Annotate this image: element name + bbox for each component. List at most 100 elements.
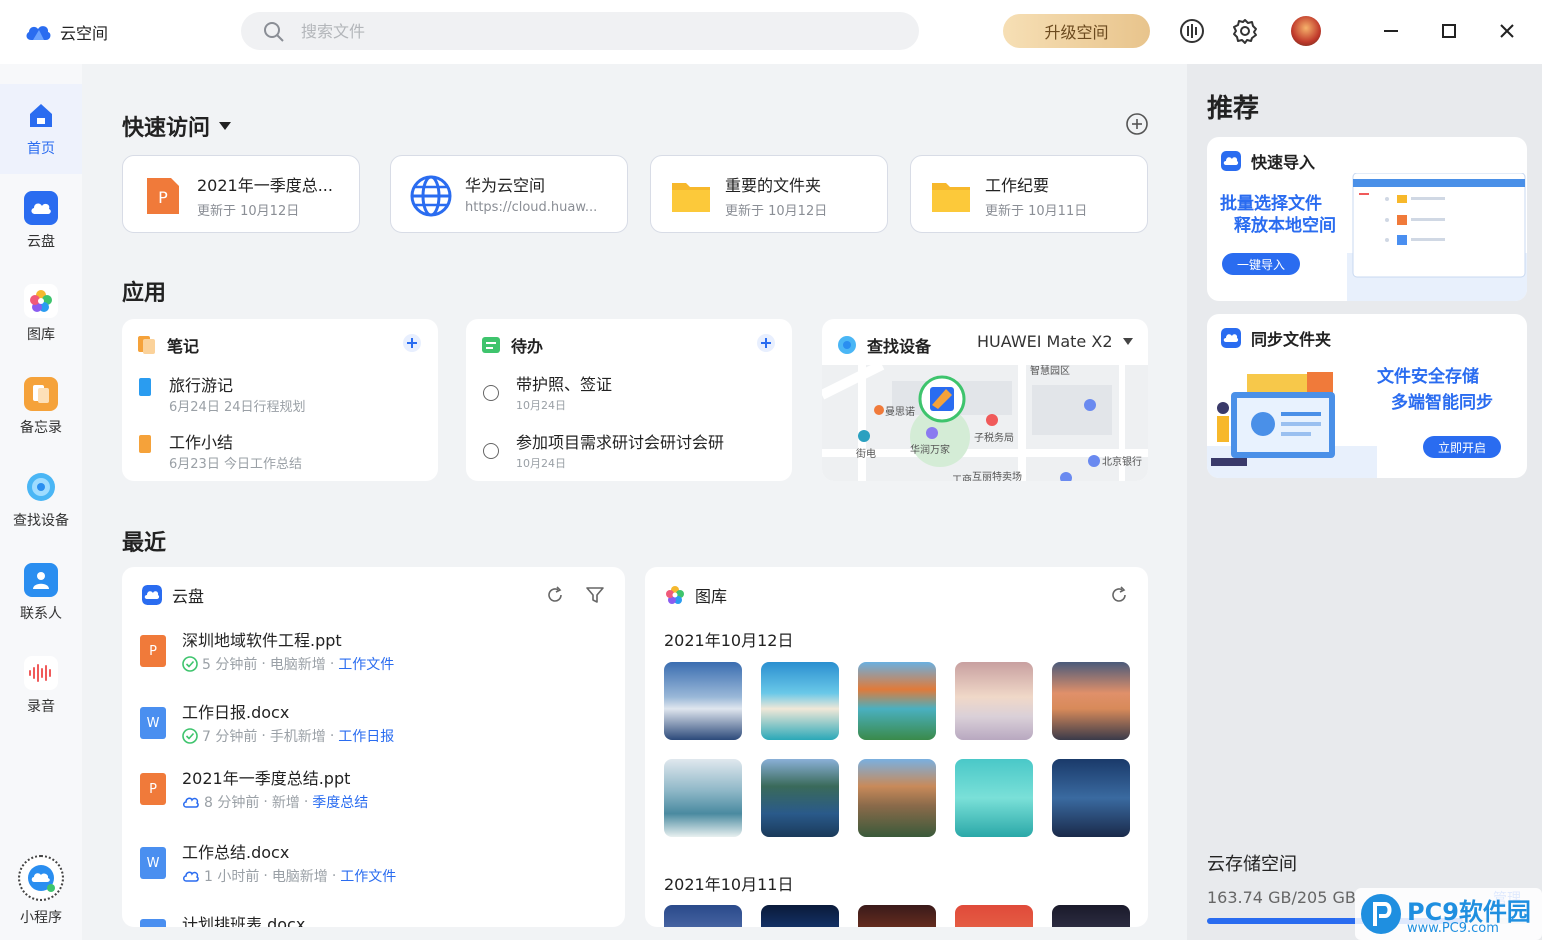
- folder-icon: [672, 183, 710, 212]
- find-device-card[interactable]: 查找设备 HUAWEI Mate X2 智慧园区 曼思诺 华润万家 子税务局 街…: [822, 319, 1148, 481]
- enable-sync-button[interactable]: 立即开启: [1423, 436, 1501, 458]
- file-tag[interactable]: 季度总结: [312, 792, 368, 812]
- nav-item-memo[interactable]: 备忘录: [0, 363, 82, 453]
- quick-access-title: 工作纪要: [985, 176, 1050, 195]
- search-icon: [264, 22, 284, 42]
- nav-item-contacts[interactable]: 联系人: [0, 549, 82, 639]
- nav-item-mini-program[interactable]: 小程序: [0, 849, 82, 939]
- quick-access-card[interactable]: 华为云空间 https://cloud.huaw...: [390, 155, 628, 233]
- refresh-icon[interactable]: [1109, 585, 1129, 605]
- recent-file-row[interactable]: P 深圳地域软件工程.ppt 5 分钟前 · 电脑新增 · 工作文件: [140, 627, 600, 687]
- activity-icon[interactable]: [1178, 17, 1206, 45]
- sync-illustration: [1207, 372, 1377, 478]
- photo-thumbnail[interactable]: [858, 759, 936, 837]
- file-tag[interactable]: 工作日报: [338, 726, 394, 746]
- recent-file-row[interactable]: P 2021年一季度总结.ppt 8 分钟前 · 新增 · 季度总结: [140, 765, 600, 825]
- one-click-import-button[interactable]: 一键导入: [1222, 253, 1300, 275]
- settings-gear-icon[interactable]: [1231, 17, 1259, 45]
- import-illustration: [1347, 173, 1527, 301]
- memo-icon: [24, 377, 58, 411]
- photo-thumbnail[interactable]: [1052, 662, 1130, 740]
- minimize-icon[interactable]: [1378, 18, 1404, 44]
- app-logo: 云空间: [24, 20, 108, 44]
- add-todo-icon[interactable]: [756, 333, 776, 353]
- nav-label: 小程序: [20, 910, 62, 926]
- photo-thumbnail[interactable]: [664, 759, 742, 837]
- photo-thumbnail[interactable]: [1052, 759, 1130, 837]
- map-label: 街电: [856, 447, 876, 460]
- cloud-upload-icon: [183, 871, 199, 882]
- notes-card[interactable]: 笔记 旅行游记 6月24日 24日行程规划 工作小结 6月23日 今日工作总结: [122, 319, 438, 481]
- photo-thumbnail[interactable]: [858, 662, 936, 740]
- photo-thumbnail[interactable]: [761, 905, 839, 927]
- left-navigation: 首页 云盘 图库 备忘录 查找设备 联系人 录音 小程序: [0, 64, 82, 940]
- quick-import-header: 快速导入: [1221, 149, 1315, 173]
- title-bar: 云空间 升级空间: [0, 0, 1542, 64]
- nav-item-cloud-drive[interactable]: 云盘: [0, 177, 82, 267]
- todo-checkbox[interactable]: [483, 443, 499, 459]
- maximize-icon[interactable]: [1436, 18, 1462, 44]
- quick-access-card[interactable]: P 2021年一季度总... 更新于 10月12日: [122, 155, 360, 233]
- recent-file-row[interactable]: W 工作日报.docx 7 分钟前 · 手机新增 · 工作日报: [140, 699, 600, 759]
- quick-access-subtitle: 更新于 10月12日: [725, 204, 828, 219]
- upgrade-space-button[interactable]: 升级空间: [1003, 14, 1150, 48]
- file-tag[interactable]: 工作文件: [338, 654, 394, 674]
- photo-thumbnail[interactable]: [955, 759, 1033, 837]
- quick-access-header[interactable]: 快速访问: [122, 110, 232, 142]
- photo-thumbnail[interactable]: [761, 759, 839, 837]
- gallery-date-header: 2021年10月12日: [664, 631, 794, 650]
- todo-card[interactable]: 待办 带护照、签证 10月24日 参加项目需求研讨会研讨会研 10月24日: [466, 319, 792, 481]
- photo-thumbnail[interactable]: [955, 905, 1033, 927]
- quick-access-subtitle: 更新于 10月11日: [985, 204, 1088, 219]
- photo-thumbnail[interactable]: [664, 905, 742, 927]
- filter-icon[interactable]: [585, 585, 605, 605]
- apps-title: 应用: [122, 281, 167, 306]
- recent-file-row[interactable]: W 计划排班表.docx: [140, 911, 600, 927]
- todo-checkbox[interactable]: [483, 385, 499, 401]
- sync-folder-card[interactable]: 同步文件夹 文件安全存储 多端智能同步 立即开启: [1207, 314, 1527, 478]
- user-avatar[interactable]: [1291, 16, 1321, 46]
- contacts-icon: [24, 563, 58, 597]
- quick-access-card[interactable]: 工作纪要 更新于 10月11日: [910, 155, 1148, 233]
- photo-thumbnail[interactable]: [664, 662, 742, 740]
- file-source: 新增: [271, 795, 300, 811]
- todo-item[interactable]: 带护照、签证 10月24日: [483, 371, 783, 415]
- file-tag[interactable]: 工作文件: [340, 866, 396, 886]
- find-device-small-icon: [838, 336, 856, 354]
- search-bar[interactable]: [241, 12, 919, 50]
- photo-thumbnail[interactable]: [955, 662, 1033, 740]
- gallery-date-header: 2021年10月11日: [664, 875, 794, 894]
- photo-thumbnail[interactable]: [1052, 905, 1130, 927]
- file-meta: 1 小时前 · 电脑新增 · 工作文件: [182, 866, 396, 886]
- photo-thumbnail[interactable]: [858, 905, 936, 927]
- close-icon[interactable]: [1494, 18, 1520, 44]
- file-name: 计划排班表.docx: [182, 915, 306, 927]
- refresh-icon[interactable]: [545, 585, 565, 605]
- quick-import-card[interactable]: 快速导入 批量选择文件 释放本地空间 一键导入: [1207, 137, 1527, 301]
- map-label: 曼思诺: [885, 406, 915, 418]
- search-input[interactable]: [301, 18, 861, 44]
- photo-thumbnail[interactable]: [761, 662, 839, 740]
- nav-label: 查找设备: [13, 513, 69, 529]
- todo-item[interactable]: 参加项目需求研讨会研讨会研 10月24日: [483, 429, 783, 473]
- nav-item-gallery[interactable]: 图库: [0, 270, 82, 360]
- nav-item-find-device[interactable]: 查找设备: [0, 456, 82, 546]
- note-item[interactable]: 工作小结 6月23日 今日工作总结: [137, 429, 427, 473]
- add-note-icon[interactable]: [402, 333, 422, 353]
- nav-item-recording[interactable]: 录音: [0, 642, 82, 732]
- recent-file-row[interactable]: W 工作总结.docx 1 小时前 · 电脑新增 · 工作文件: [140, 839, 600, 899]
- file-meta: 7 分钟前 · 手机新增 · 工作日报: [182, 726, 394, 746]
- ppt-file-icon: P: [140, 773, 166, 805]
- device-selector[interactable]: HUAWEI Mate X2: [977, 332, 1133, 351]
- file-time: 8 分钟前: [204, 795, 260, 811]
- quick-access-card[interactable]: 重要的文件夹 更新于 10月12日: [650, 155, 888, 233]
- todo-text: 带护照、签证: [516, 375, 613, 394]
- doc-file-icon: W: [140, 707, 166, 739]
- add-quick-access-icon[interactable]: [1125, 112, 1149, 136]
- nav-label: 云盘: [27, 234, 55, 250]
- nav-label: 图库: [27, 327, 55, 343]
- nav-item-home[interactable]: 首页: [0, 84, 82, 174]
- find-device-header: 查找设备: [837, 333, 931, 357]
- note-item[interactable]: 旅行游记 6月24日 24日行程规划: [137, 372, 427, 416]
- device-map[interactable]: 智慧园区 曼思诺 华润万家 子税务局 街电 北京银行 互丽特卖场 工商: [822, 365, 1148, 481]
